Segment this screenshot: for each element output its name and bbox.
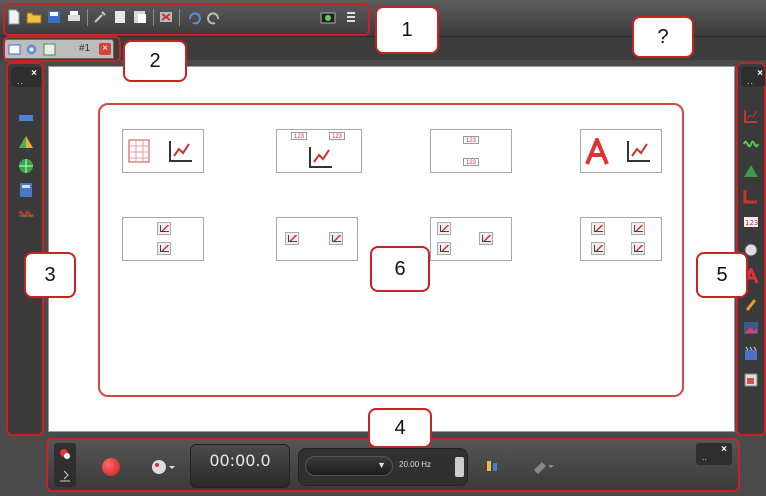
right-panel-header[interactable]: × ..: [741, 67, 765, 87]
sample-rate-value: 20.00 Hz: [399, 460, 432, 469]
record-mode-icon[interactable]: [58, 447, 72, 461]
ruler-icon[interactable]: [18, 110, 34, 126]
panel-grip[interactable]: ..: [17, 76, 24, 86]
close-icon[interactable]: ×: [31, 68, 37, 79]
layout-two-digits-graph[interactable]: 123 123: [276, 129, 362, 173]
chart-icon[interactable]: [743, 108, 759, 124]
layout-two-side[interactable]: [276, 217, 358, 261]
calculator-icon[interactable]: [18, 182, 34, 198]
chevron-down-icon: ▼: [377, 460, 386, 470]
callout-3: 3: [24, 252, 76, 298]
layout-four[interactable]: [580, 217, 662, 261]
layout-two-stacked[interactable]: [122, 217, 204, 261]
callout-1: 1: [375, 6, 439, 54]
elapsed-time-display: 00:00.0: [190, 444, 290, 488]
triangle-icon[interactable]: [18, 134, 34, 150]
signal-generator-icon[interactable]: [484, 458, 500, 474]
bottom-bar-header[interactable]: × ..: [696, 443, 732, 465]
sensor-setup-icon[interactable]: [150, 458, 176, 476]
callout-5: 5: [696, 252, 748, 298]
layout-text-graph[interactable]: [580, 129, 662, 173]
toolbar-highlight: [3, 3, 370, 36]
sample-rate-box: ▼ 20.00 Hz: [298, 448, 468, 486]
callout-help: ?: [632, 16, 694, 58]
callout-6: 6: [370, 246, 430, 292]
elapsed-time: 00:00.0: [209, 451, 271, 470]
tab-highlight: [3, 36, 121, 62]
sine-icon[interactable]: [743, 136, 759, 152]
histogram-icon[interactable]: [743, 162, 759, 178]
wave-icon[interactable]: [18, 206, 34, 222]
layout-three[interactable]: [430, 217, 512, 261]
close-icon[interactable]: ×: [757, 68, 763, 79]
close-icon[interactable]: ×: [721, 444, 727, 455]
pencil-icon[interactable]: [743, 296, 759, 312]
video-icon[interactable]: [743, 346, 759, 362]
layout-table-graph[interactable]: [122, 129, 204, 173]
panel-grip[interactable]: ..: [747, 76, 754, 86]
sample-mode-dropdown[interactable]: ▼: [305, 456, 393, 476]
callout-2: 2: [123, 40, 187, 82]
right-displays-panel: × .. 123: [736, 62, 766, 436]
sample-rate-stepper[interactable]: [455, 457, 464, 477]
bar-chart-icon[interactable]: [743, 188, 759, 204]
mode-column: [54, 443, 76, 487]
image-icon[interactable]: [743, 320, 759, 336]
callout-4: 4: [368, 408, 432, 448]
left-tools-panel: × ..: [6, 62, 44, 436]
layout-two-digits[interactable]: 123 123: [430, 129, 512, 173]
numeric-display-icon[interactable]: 123: [743, 214, 759, 230]
globe-icon[interactable]: [18, 158, 34, 174]
svg-text:123: 123: [745, 219, 758, 227]
left-panel-header[interactable]: × ..: [11, 67, 41, 87]
record-button[interactable]: [102, 458, 120, 476]
panel-grip[interactable]: ..: [702, 452, 707, 462]
calibrate-icon[interactable]: [532, 458, 556, 474]
snapshot-icon[interactable]: [743, 372, 759, 388]
manual-mode-icon[interactable]: [58, 469, 72, 483]
